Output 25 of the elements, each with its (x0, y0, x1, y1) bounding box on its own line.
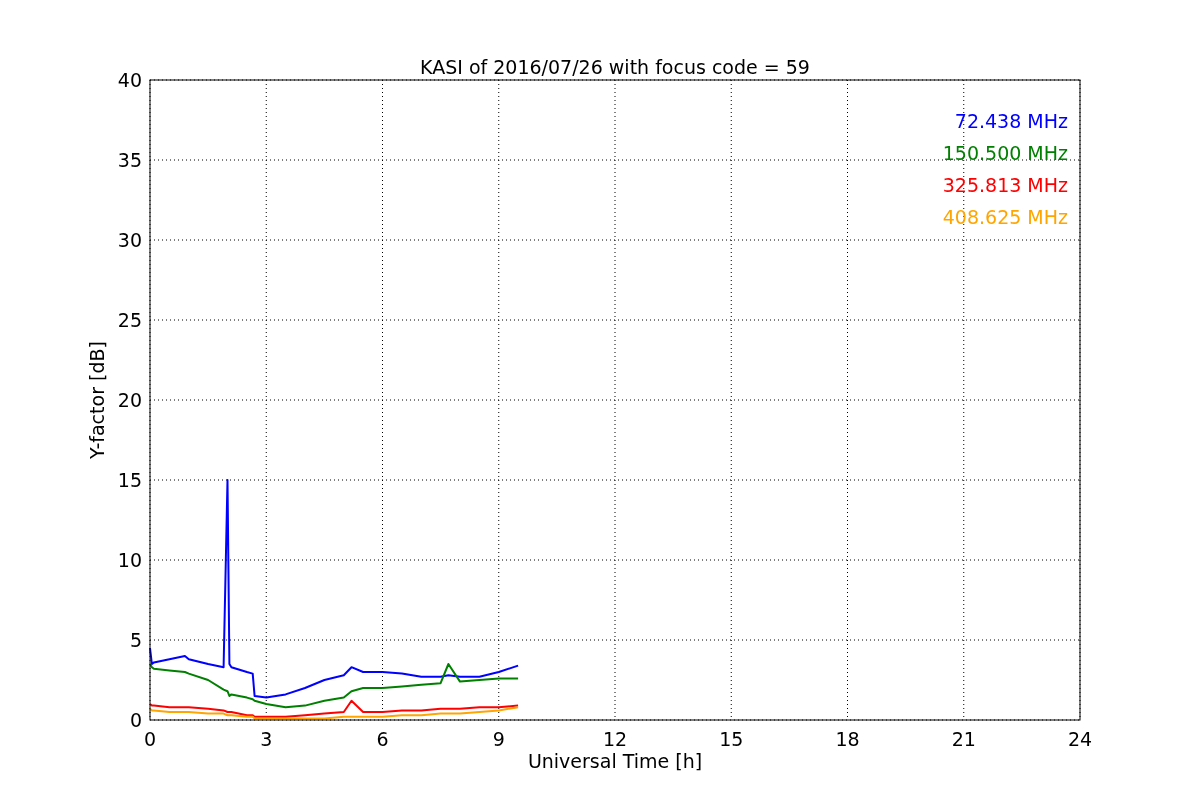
legend-label: 408.625 MHz (942, 206, 1068, 228)
y-tick-label: 30 (117, 229, 142, 251)
x-tick-label: 0 (143, 728, 157, 750)
y-tick-label: 20 (117, 389, 142, 411)
y-tick-label: 5 (129, 629, 142, 651)
x-tick-label: 15 (719, 728, 744, 750)
x-tick-label: 3 (260, 728, 273, 750)
y-tick-label: 35 (117, 149, 142, 171)
x-tick-label: 9 (492, 728, 505, 750)
x-tick-label: 21 (951, 728, 976, 750)
x-tick-label: 6 (376, 728, 389, 750)
x-tick-label: 24 (1067, 728, 1093, 750)
legend-label: 150.500 MHz (942, 142, 1068, 164)
x-axis-label: Universal Time [h] (527, 750, 703, 772)
chart-title: KASI of 2016/07/26 with focus code = 59 (420, 56, 810, 78)
x-tick-label: 12 (602, 728, 628, 750)
y-tick-label: 40 (117, 69, 142, 91)
y-tick-label: 0 (129, 709, 142, 731)
y-tick-label: 15 (117, 469, 142, 491)
y-tick-label: 25 (117, 309, 142, 331)
x-tick-label: 18 (835, 728, 860, 750)
legend-label: 325.813 MHz (942, 174, 1068, 196)
y-tick-label: 10 (117, 549, 142, 571)
legend-label: 72.438 MHz (954, 110, 1068, 132)
y-axis-label: Y-factor [dB] (86, 341, 108, 459)
